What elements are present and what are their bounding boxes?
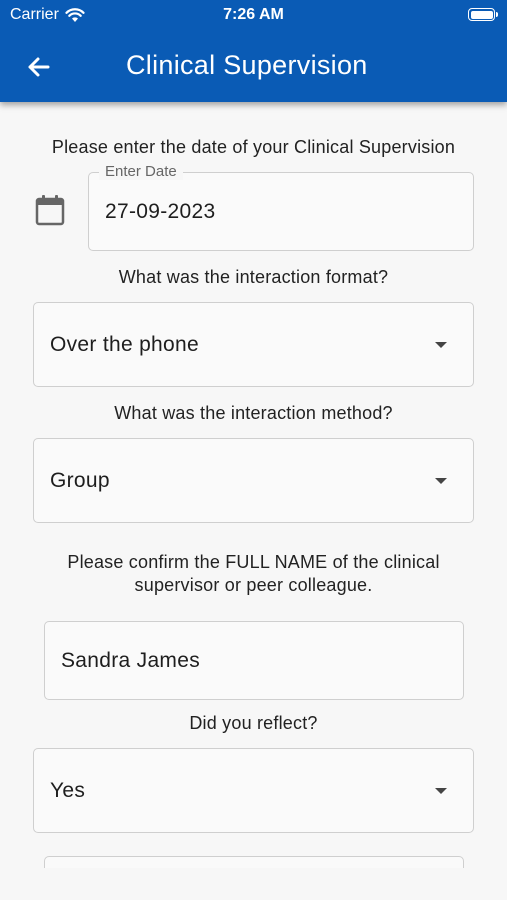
status-bar: Carrier 7:26 AM (0, 0, 507, 32)
format-prompt: What was the interaction format? (118, 267, 389, 287)
date-prompt: Please enter the date of your Clinical S… (51, 137, 456, 157)
date-value: 27-09-2023 (105, 200, 216, 223)
name-prompt: Please confirm the FULL NAME of the clin… (0, 551, 507, 597)
supervisor-name-field[interactable]: Sandra James (44, 621, 464, 700)
caret-down-icon (435, 788, 447, 794)
reflect-dropdown[interactable]: Yes (33, 748, 474, 833)
next-field[interactable] (44, 856, 464, 868)
format-value: Over the phone (50, 333, 199, 356)
reflect-prompt: Did you reflect? (189, 713, 318, 733)
toolbar: Clinical Supervision (0, 32, 507, 102)
reflect-value: Yes (50, 779, 86, 802)
caret-down-icon (435, 342, 447, 348)
page-title: Clinical Supervision (126, 50, 368, 80)
method-value: Group (50, 469, 110, 492)
caret-down-icon (435, 478, 447, 484)
supervisor-name-value: Sandra James (61, 649, 201, 672)
app-bar: Carrier 7:26 AM Clinical Supervision (0, 0, 507, 102)
next-field-clipped (44, 856, 464, 868)
format-dropdown[interactable]: Over the phone (33, 302, 474, 387)
back-button[interactable] (22, 50, 56, 84)
clock: 7:26 AM (223, 6, 284, 23)
name-prompt-line1: Please confirm the FULL NAME of the clin… (67, 552, 440, 572)
name-prompt-line2: supervisor or peer colleague. (134, 575, 373, 595)
method-prompt: What was the interaction method? (114, 403, 393, 423)
method-dropdown[interactable]: Group (33, 438, 474, 523)
arrow-left-icon (28, 57, 50, 77)
date-field[interactable]: Enter Date 27-09-2023 (88, 163, 474, 251)
date-label: Enter Date (99, 163, 183, 180)
battery-icon (468, 8, 498, 21)
calendar-icon[interactable] (35, 194, 65, 226)
